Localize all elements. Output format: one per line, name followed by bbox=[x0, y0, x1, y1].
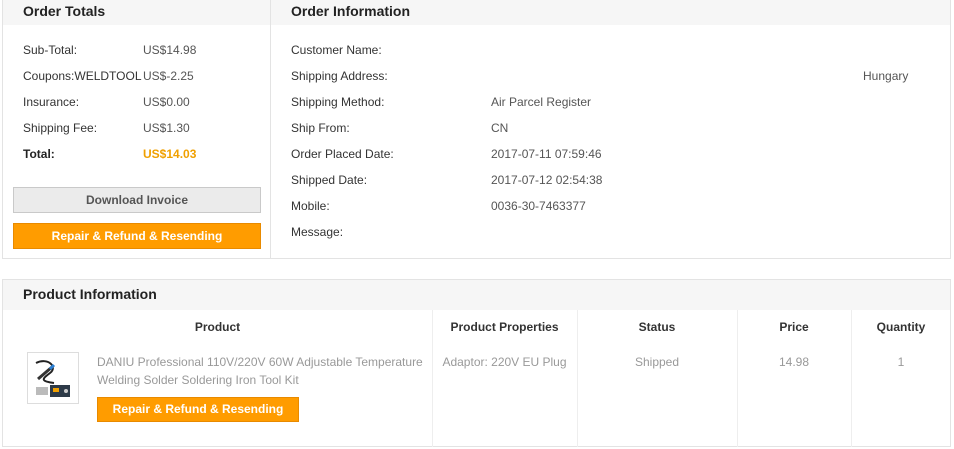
repair-refund-button[interactable]: Repair & Refund & Resending bbox=[13, 223, 261, 249]
product-status-value: Shipped bbox=[634, 355, 680, 369]
mobile-value: 0036-30-7463377 bbox=[491, 199, 586, 213]
shipped-date-label: Shipped Date: bbox=[291, 173, 368, 187]
shipping-address-value: Hungary bbox=[863, 69, 909, 83]
column-header-quantity: Quantity bbox=[876, 320, 926, 334]
order-placed-date-value: 2017-07-11 07:59:46 bbox=[491, 147, 602, 161]
subtotal-label: Sub-Total: bbox=[23, 43, 78, 57]
shipping-fee-label: Shipping Fee: bbox=[23, 121, 98, 135]
insurance-value: US$0.00 bbox=[143, 95, 190, 109]
subtotal-value: US$14.98 bbox=[143, 43, 197, 57]
insurance-label: Insurance: bbox=[23, 95, 80, 109]
product-thumbnail[interactable] bbox=[27, 352, 79, 404]
order-information-panel: Order Information Customer Name: Shippin… bbox=[270, 0, 951, 259]
order-information-title: Order Information bbox=[271, 0, 950, 25]
product-name[interactable]: DANIU Professional 110V/220V 60W Adjusta… bbox=[97, 353, 433, 389]
order-totals-panel: Order Totals Sub-Total: US$14.98 Coupons… bbox=[2, 0, 271, 259]
shipping-method-label: Shipping Method: bbox=[291, 95, 385, 109]
total-label: Total: bbox=[23, 147, 55, 161]
column-header-status: Status bbox=[638, 320, 676, 334]
shipping-fee-value: US$1.30 bbox=[143, 121, 190, 135]
ship-from-label: Ship From: bbox=[291, 121, 350, 135]
column-header-properties: Product Properties bbox=[450, 320, 559, 334]
total-value: US$14.03 bbox=[143, 147, 197, 161]
shipping-method-value: Air Parcel Register bbox=[491, 95, 592, 109]
message-label: Message: bbox=[291, 225, 344, 239]
product-price-value: 14.98 bbox=[778, 355, 810, 369]
order-totals-title: Order Totals bbox=[3, 0, 270, 25]
order-placed-date-label: Order Placed Date: bbox=[291, 147, 394, 161]
coupons-label: Coupons:WELDTOOL bbox=[23, 69, 142, 83]
mobile-label: Mobile: bbox=[291, 199, 330, 213]
shipping-address-label: Shipping Address: bbox=[291, 69, 388, 83]
product-information-panel: Product Information Product Product Prop… bbox=[2, 279, 951, 447]
shipped-date-value: 2017-07-12 02:54:38 bbox=[491, 173, 603, 187]
coupons-value: US$-2.25 bbox=[143, 69, 194, 83]
customer-name-label: Customer Name: bbox=[291, 43, 382, 57]
product-information-title: Product Information bbox=[3, 280, 950, 310]
column-header-product: Product bbox=[194, 320, 241, 334]
download-invoice-button[interactable]: Download Invoice bbox=[13, 187, 261, 213]
product-quantity-value: 1 bbox=[897, 355, 905, 369]
item-repair-refund-button[interactable]: Repair & Refund & Resending bbox=[97, 397, 299, 422]
ship-from-value: CN bbox=[491, 121, 509, 135]
product-properties-value: Adaptor: 220V EU Plug bbox=[442, 355, 567, 369]
column-header-price: Price bbox=[779, 320, 809, 334]
